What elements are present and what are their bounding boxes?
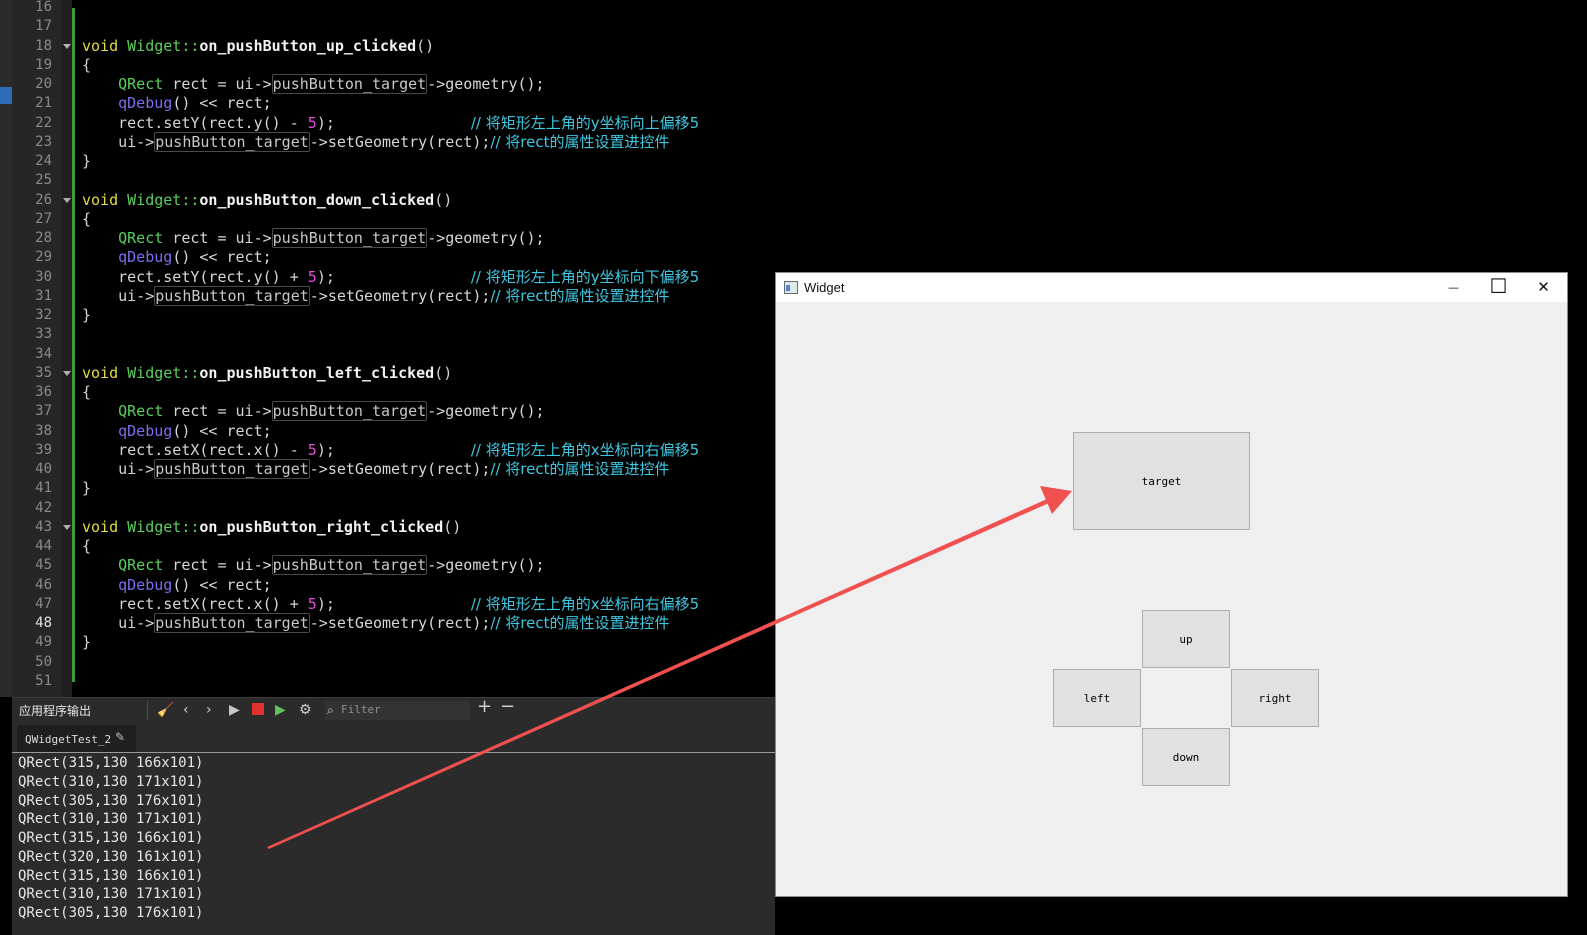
annotation-arrow bbox=[267, 486, 1072, 849]
annotation-arrow-shaft bbox=[267, 499, 1049, 849]
